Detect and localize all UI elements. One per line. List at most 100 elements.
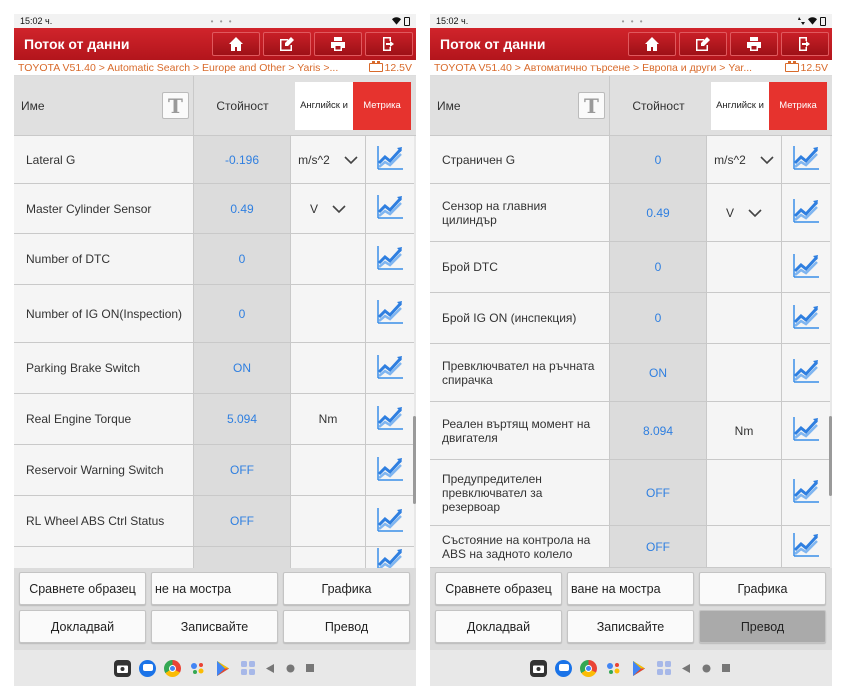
report-button[interactable]: Докладвай <box>19 610 146 643</box>
parameter-name: Сензор на главния цилиндър <box>430 184 610 241</box>
record-sample-button[interactable]: ване на мостра <box>567 572 694 605</box>
unit-cell[interactable]: m/s^2 <box>291 136 366 183</box>
back-nav-icon[interactable] <box>264 662 276 674</box>
scrollbar[interactable] <box>829 416 832 496</box>
graph-toggle-button[interactable] <box>782 460 830 525</box>
table-row[interactable]: Брой DTC 0 <box>430 242 830 293</box>
record-button[interactable]: Записвайте <box>151 610 278 643</box>
text-size-icon[interactable]: T <box>578 92 605 119</box>
edit-button[interactable] <box>263 32 311 56</box>
table-row[interactable] <box>14 547 414 568</box>
home-button[interactable] <box>628 32 676 56</box>
graph-toggle-button[interactable] <box>782 526 830 567</box>
app-header: Поток от данни <box>14 28 416 60</box>
unit-cell <box>291 285 366 342</box>
graph-toggle-button[interactable] <box>782 293 830 343</box>
home-nav-icon[interactable] <box>700 662 712 674</box>
messages-app-icon[interactable] <box>139 659 156 677</box>
graph-toggle-button[interactable] <box>782 344 830 401</box>
home-nav-icon[interactable] <box>284 662 296 674</box>
line-chart-icon <box>792 252 820 283</box>
status-bar: 15:02 ч. • • • <box>430 14 832 28</box>
translate-button[interactable]: Превод <box>699 610 826 643</box>
report-button[interactable]: Докладвай <box>435 610 562 643</box>
record-sample-button[interactable]: не на мостра <box>151 572 278 605</box>
play-store-app-icon[interactable] <box>214 660 231 677</box>
edit-button[interactable] <box>679 32 727 56</box>
app-drawer-icon[interactable] <box>655 660 672 677</box>
table-row[interactable]: Предупредителен превключвател за резерво… <box>430 460 830 526</box>
metric-units-button[interactable]: Метрика <box>353 81 411 130</box>
chrome-app-icon[interactable] <box>164 659 181 677</box>
graph-toggle-button[interactable] <box>366 234 414 284</box>
battery-icon <box>403 16 410 26</box>
compare-sample-button[interactable]: Сравнете образец <box>435 572 562 605</box>
graph-button[interactable]: Графика <box>283 572 410 605</box>
graph-toggle-button[interactable] <box>782 242 830 292</box>
graph-toggle-button[interactable] <box>366 445 414 495</box>
line-chart-icon <box>792 197 820 228</box>
table-row[interactable]: Брой IG ON (инспекция) 0 <box>430 293 830 344</box>
recents-nav-icon[interactable] <box>304 662 316 674</box>
table-row[interactable]: Състояние на контрола на ABS на задното … <box>430 526 830 568</box>
recents-nav-icon[interactable] <box>720 662 732 674</box>
breadcrumb: TOYOTA V51.40 > Автоматично търсене > Ев… <box>430 60 832 76</box>
metric-units-button[interactable]: Метрика <box>769 81 827 130</box>
exit-button[interactable] <box>781 32 829 56</box>
english-units-button[interactable]: Английск и <box>711 81 769 130</box>
unit-cell <box>707 526 782 567</box>
unit-cell <box>291 445 366 495</box>
chrome-app-icon[interactable] <box>580 659 597 677</box>
table-row[interactable]: Number of DTC 0 <box>14 234 414 285</box>
data-stream-list[interactable]: Страничен G 0 m/s^2 Сензор на главния цилин… <box>430 136 830 568</box>
graph-toggle-button[interactable] <box>782 402 830 459</box>
play-store-app-icon[interactable] <box>630 660 647 677</box>
exit-button[interactable] <box>365 32 413 56</box>
unit-cell <box>707 460 782 525</box>
compare-sample-button[interactable]: Сравнете образец <box>19 572 146 605</box>
graph-toggle-button[interactable] <box>366 343 414 393</box>
assistant-app-icon[interactable] <box>605 660 622 677</box>
graph-toggle-button[interactable] <box>366 285 414 342</box>
record-button[interactable]: Записвайте <box>567 610 694 643</box>
table-row[interactable]: Реален въртящ момент на двигателя 8.094 Nm <box>430 402 830 460</box>
parameter-value: 8.094 <box>610 402 707 459</box>
table-row[interactable]: Превключвател на ръчната спирачка ON <box>430 344 830 402</box>
data-stream-list[interactable]: Lateral G -0.196 m/s^2 Master Cylinder Sens… <box>14 136 414 568</box>
home-button[interactable] <box>212 32 260 56</box>
app-drawer-icon[interactable] <box>239 660 256 677</box>
unit-cell[interactable]: m/s^2 <box>707 136 782 183</box>
table-row[interactable]: Lateral G -0.196 m/s^2 <box>14 136 414 184</box>
graph-toggle-button[interactable] <box>366 136 414 183</box>
camera-app-icon[interactable] <box>114 659 131 677</box>
text-size-icon[interactable]: T <box>162 92 189 119</box>
unit-cell[interactable]: V <box>291 184 366 233</box>
graph-toggle-button[interactable] <box>366 496 414 546</box>
messages-app-icon[interactable] <box>555 659 572 677</box>
wifi-icon <box>391 17 401 25</box>
table-row[interactable]: Reservoir Warning Switch OFF <box>14 445 414 496</box>
unit-cell[interactable]: V <box>707 184 782 241</box>
table-row[interactable]: Real Engine Torque 5.094 Nm <box>14 394 414 445</box>
table-row[interactable]: RL Wheel ABS Ctrl Status OFF <box>14 496 414 547</box>
print-button[interactable] <box>314 32 362 56</box>
table-row[interactable]: Master Cylinder Sensor 0.49 V <box>14 184 414 234</box>
table-row[interactable]: Number of IG ON(Inspection) 0 <box>14 285 414 343</box>
english-units-button[interactable]: Английск и <box>295 81 353 130</box>
graph-toggle-button[interactable] <box>782 136 830 183</box>
graph-toggle-button[interactable] <box>366 184 414 233</box>
table-row[interactable]: Сензор на главния цилиндър 0.49 V <box>430 184 830 242</box>
camera-app-icon[interactable] <box>530 659 547 677</box>
graph-toggle-button[interactable] <box>366 394 414 444</box>
assistant-app-icon[interactable] <box>189 660 206 677</box>
scrollbar[interactable] <box>413 416 416 504</box>
print-button[interactable] <box>730 32 778 56</box>
graph-toggle-button[interactable] <box>782 184 830 241</box>
table-row[interactable]: Страничен G 0 m/s^2 <box>430 136 830 184</box>
graph-toggle-button[interactable] <box>366 547 414 568</box>
back-nav-icon[interactable] <box>680 662 692 674</box>
name-column-header: Име T <box>14 76 194 135</box>
graph-button[interactable]: Графика <box>699 572 826 605</box>
table-row[interactable]: Parking Brake Switch ON <box>14 343 414 394</box>
translate-button[interactable]: Превод <box>283 610 410 643</box>
